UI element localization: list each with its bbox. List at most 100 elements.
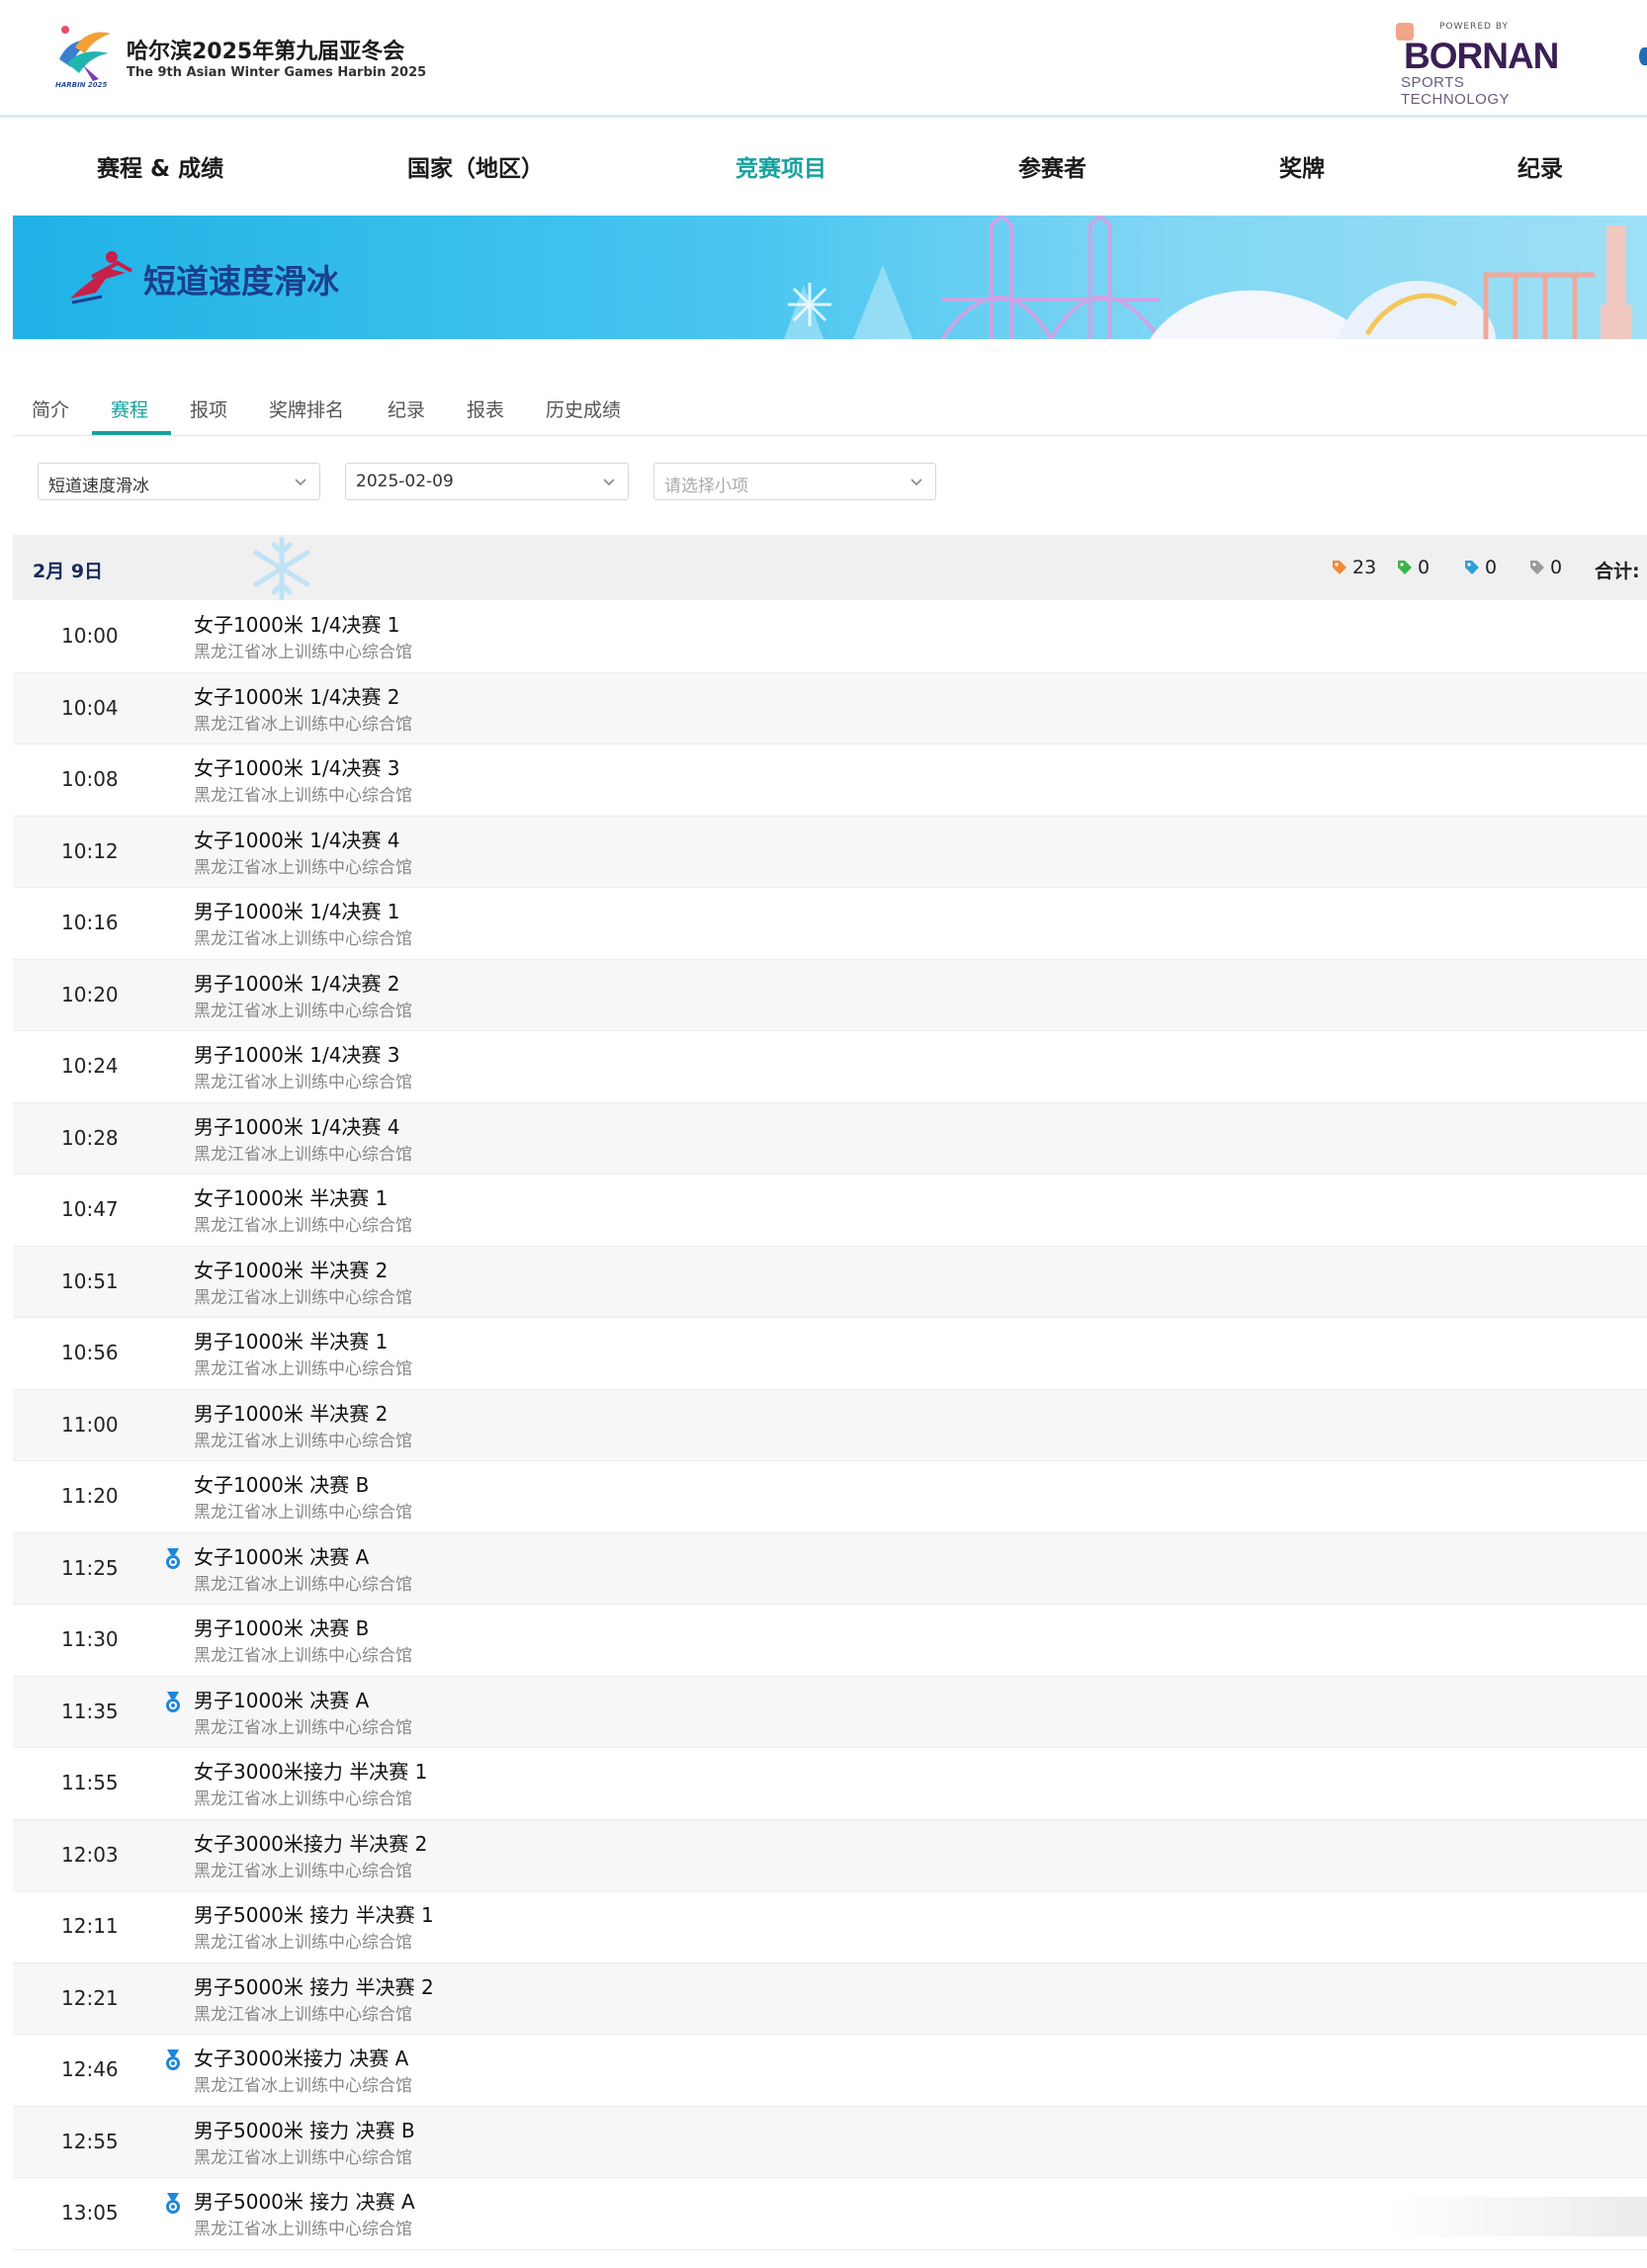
event-venue: 黑龙江省冰上训练中心综合馆 — [194, 1789, 412, 1809]
schedule-row[interactable]: 10:16 男子1000米 1/4决赛 1 黑龙江省冰上训练中心综合馆 — [13, 888, 1647, 960]
event-time: 10:24 — [61, 1054, 119, 1078]
gold-count-value: 23 — [1352, 557, 1377, 578]
event-name[interactable]: 女子3000米接力 半决赛 1 — [194, 1756, 427, 1785]
tab-schedule[interactable]: 赛程 — [111, 395, 148, 422]
event-time: 12:03 — [61, 1842, 119, 1867]
event-time: 11:20 — [61, 1484, 119, 1508]
event-name[interactable]: 男子1000米 1/4决赛 3 — [194, 1039, 400, 1068]
event-venue: 黑龙江省冰上训练中心综合馆 — [194, 1861, 412, 1881]
schedule-row[interactable]: 10:47 女子1000米 半决赛 1 黑龙江省冰上训练中心综合馆 — [13, 1175, 1647, 1247]
tab-records[interactable]: 纪录 — [388, 395, 425, 422]
nav-countries[interactable]: 国家（地区） — [407, 149, 544, 183]
event-venue: 黑龙江省冰上训练中心综合馆 — [194, 1073, 412, 1092]
date-select-value: 2025-02-09 — [356, 472, 454, 491]
event-venue: 黑龙江省冰上训练中心综合馆 — [194, 1001, 412, 1021]
schedule-row[interactable]: 12:11 男子5000米 接力 半决赛 1 黑龙江省冰上训练中心综合馆 — [13, 1891, 1647, 1963]
sport-title: 短道速度滑冰 — [143, 262, 339, 301]
sport-select[interactable]: 短道速度滑冰 — [38, 463, 320, 500]
schedule-row[interactable]: 10:08 女子1000米 1/4决赛 3 黑龙江省冰上训练中心综合馆 — [13, 744, 1647, 817]
event-venue: 黑龙江省冰上训练中心综合馆 — [194, 1216, 412, 1236]
schedule-row[interactable]: 11:20 女子1000米 决赛 B 黑龙江省冰上训练中心综合馆 — [13, 1461, 1647, 1533]
language-toggle-icon[interactable] — [1639, 47, 1647, 65]
event-name[interactable]: 女子1000米 1/4决赛 4 — [194, 825, 400, 853]
event-select[interactable]: 请选择小项 — [653, 463, 936, 500]
event-name[interactable]: 女子1000米 1/4决赛 3 — [194, 752, 400, 781]
tab-entries[interactable]: 报项 — [190, 395, 227, 422]
event-time: 12:46 — [61, 2057, 119, 2081]
tab-history[interactable]: 历史成绩 — [546, 395, 621, 422]
event-name[interactable]: 女子1000米 半决赛 1 — [194, 1182, 388, 1211]
schedule-row[interactable]: 12:21 男子5000米 接力 半决赛 2 黑龙江省冰上训练中心综合馆 — [13, 1963, 1647, 2035]
nav-records[interactable]: 纪录 — [1517, 149, 1563, 183]
event-venue: 黑龙江省冰上训练中心综合馆 — [194, 1646, 412, 1666]
schedule-row[interactable]: 12:55 男子5000米 接力 决赛 B 黑龙江省冰上训练中心综合馆 — [13, 2106, 1647, 2178]
schedule-row[interactable]: 10:00 女子1000米 1/4决赛 1 黑龙江省冰上训练中心综合馆 — [13, 601, 1647, 673]
event-name[interactable]: 男子5000米 接力 决赛 B — [194, 2115, 415, 2143]
schedule-row[interactable]: 10:51 女子1000米 半决赛 2 黑龙江省冰上训练中心综合馆 — [13, 1246, 1647, 1318]
sport-banner: 短道速度滑冰 — [13, 216, 1647, 339]
schedule-row[interactable]: 11:00 男子1000米 半决赛 2 黑龙江省冰上训练中心综合馆 — [13, 1389, 1647, 1461]
total-count: 合计: 2 — [1595, 561, 1647, 582]
nav-medals[interactable]: 奖牌 — [1279, 149, 1325, 183]
nav-sports[interactable]: 竞赛项目 — [736, 149, 826, 183]
event-select-placeholder: 请选择小项 — [664, 477, 748, 496]
green-tag-icon — [1398, 561, 1412, 574]
event-name[interactable]: 男子5000米 接力 决赛 A — [194, 2186, 415, 2215]
schedule-row[interactable]: 10:04 女子1000米 1/4决赛 2 黑龙江省冰上训练中心综合馆 — [13, 672, 1647, 744]
tab-medal-standings[interactable]: 奖牌排名 — [269, 395, 344, 422]
event-name[interactable]: 男子1000米 半决赛 1 — [194, 1326, 388, 1354]
event-name[interactable]: 女子3000米接力 半决赛 2 — [194, 1828, 427, 1857]
event-name[interactable]: 女子1000米 1/4决赛 1 — [194, 609, 400, 638]
schedule-row[interactable]: 12:03 女子3000米接力 半决赛 2 黑龙江省冰上训练中心综合馆 — [13, 1819, 1647, 1891]
event-time: 11:35 — [61, 1699, 119, 1723]
sponsor-logo[interactable]: POWERED BY BORNAN SPORTS TECHNOLOGY — [1396, 20, 1564, 108]
site-title-cn: 哈尔滨2025年第九届亚冬会 — [127, 40, 405, 64]
svg-text:HARBIN 2025: HARBIN 2025 — [55, 81, 108, 89]
event-venue: 黑龙江省冰上训练中心综合馆 — [194, 1717, 412, 1738]
tab-reports[interactable]: 报表 — [467, 395, 504, 422]
event-name[interactable]: 男子1000米 1/4决赛 2 — [194, 968, 400, 997]
event-name[interactable]: 男子5000米 接力 半决赛 1 — [194, 1899, 434, 1928]
event-name[interactable]: 女子1000米 半决赛 2 — [194, 1255, 388, 1283]
event-venue: 黑龙江省冰上训练中心综合馆 — [194, 786, 412, 806]
event-venue: 黑龙江省冰上训练中心综合馆 — [194, 2076, 412, 2096]
gold-tag-icon — [1333, 561, 1346, 574]
schedule-row[interactable]: 10:20 男子1000米 1/4决赛 2 黑龙江省冰上训练中心综合馆 — [13, 959, 1647, 1031]
event-name[interactable]: 男子1000米 1/4决赛 4 — [194, 1111, 400, 1140]
day-header: 2月 9日 23 0 0 0 合计: 2 — [13, 535, 1647, 600]
schedule-row[interactable]: 11:35 男子1000米 决赛 A 黑龙江省冰上训练中心综合馆 — [13, 1676, 1647, 1748]
event-name[interactable]: 女子1000米 决赛 B — [194, 1469, 369, 1498]
event-name[interactable]: 女子3000米接力 决赛 A — [194, 2043, 408, 2071]
date-select[interactable]: 2025-02-09 — [345, 463, 629, 500]
active-tab-indicator — [92, 431, 171, 435]
schedule-row[interactable]: 10:28 男子1000米 1/4决赛 4 黑龙江省冰上训练中心综合馆 — [13, 1102, 1647, 1175]
schedule-row[interactable]: 10:24 男子1000米 1/4决赛 3 黑龙江省冰上训练中心综合馆 — [13, 1031, 1647, 1103]
schedule-row[interactable]: 11:30 男子1000米 决赛 B 黑龙江省冰上训练中心综合馆 — [13, 1605, 1647, 1677]
gold-count: 23 — [1331, 557, 1376, 578]
site-header: HARBIN 2025 哈尔滨2025年第九届亚冬会 The 9th Asian… — [0, 0, 1647, 118]
schedule-row[interactable]: 10:56 男子1000米 半决赛 1 黑龙江省冰上训练中心综合馆 — [13, 1318, 1647, 1390]
grey-count-value: 0 — [1550, 557, 1563, 578]
green-count: 0 — [1396, 557, 1430, 578]
green-count-value: 0 — [1418, 557, 1430, 578]
event-name[interactable]: 女子1000米 1/4决赛 2 — [194, 681, 400, 710]
medal-event-icon — [166, 2193, 180, 2214]
schedule-row[interactable]: 11:25 女子1000米 决赛 A 黑龙江省冰上训练中心综合馆 — [13, 1532, 1647, 1605]
grey-count: 0 — [1528, 557, 1562, 578]
event-venue: 黑龙江省冰上训练中心综合馆 — [194, 1287, 412, 1308]
event-name[interactable]: 女子1000米 决赛 A — [194, 1541, 369, 1570]
schedule-row[interactable]: 12:46 女子3000米接力 决赛 A 黑龙江省冰上训练中心综合馆 — [13, 2035, 1647, 2107]
event-name[interactable]: 男子5000米 接力 半决赛 2 — [194, 1971, 434, 2000]
schedule-row[interactable]: 10:12 女子1000米 1/4决赛 4 黑龙江省冰上训练中心综合馆 — [13, 816, 1647, 888]
harbin-2025-logo[interactable]: HARBIN 2025 — [53, 24, 115, 93]
nav-participants[interactable]: 参赛者 — [1018, 149, 1086, 183]
event-name[interactable]: 男子1000米 决赛 A — [194, 1685, 369, 1713]
event-name[interactable]: 男子1000米 决赛 B — [194, 1613, 369, 1641]
site-title-en: The 9th Asian Winter Games Harbin 2025 — [127, 65, 427, 80]
nav-schedule-results[interactable]: 赛程 & 成绩 — [97, 149, 223, 183]
event-time: 10:28 — [61, 1125, 119, 1150]
schedule-row[interactable]: 11:55 女子3000米接力 半决赛 1 黑龙江省冰上训练中心综合馆 — [13, 1748, 1647, 1820]
tab-intro[interactable]: 简介 — [32, 395, 69, 422]
event-name[interactable]: 男子1000米 1/4决赛 1 — [194, 896, 400, 924]
event-name[interactable]: 男子1000米 半决赛 2 — [194, 1398, 388, 1427]
